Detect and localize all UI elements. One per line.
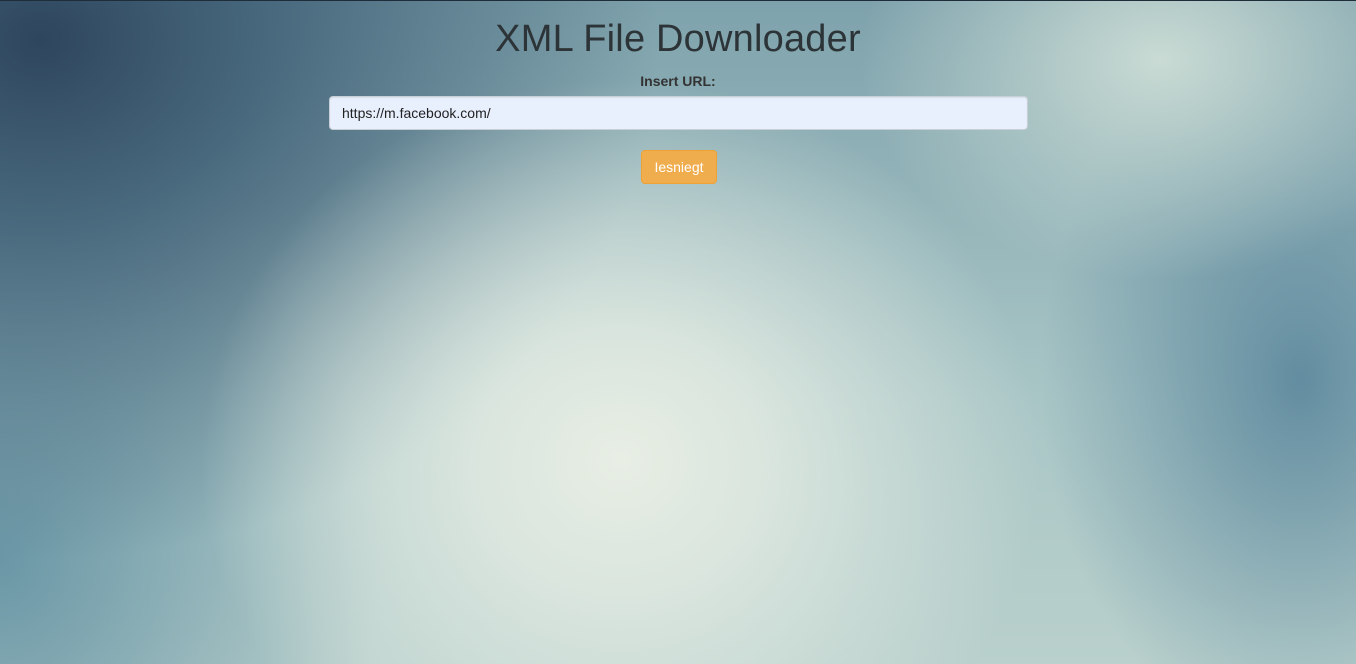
url-input[interactable] — [329, 96, 1028, 130]
page-title: XML File Downloader — [495, 18, 861, 60]
top-border — [0, 0, 1356, 1]
submit-button[interactable]: Iesniegt — [641, 150, 717, 184]
url-label: Insert URL: — [640, 73, 716, 89]
